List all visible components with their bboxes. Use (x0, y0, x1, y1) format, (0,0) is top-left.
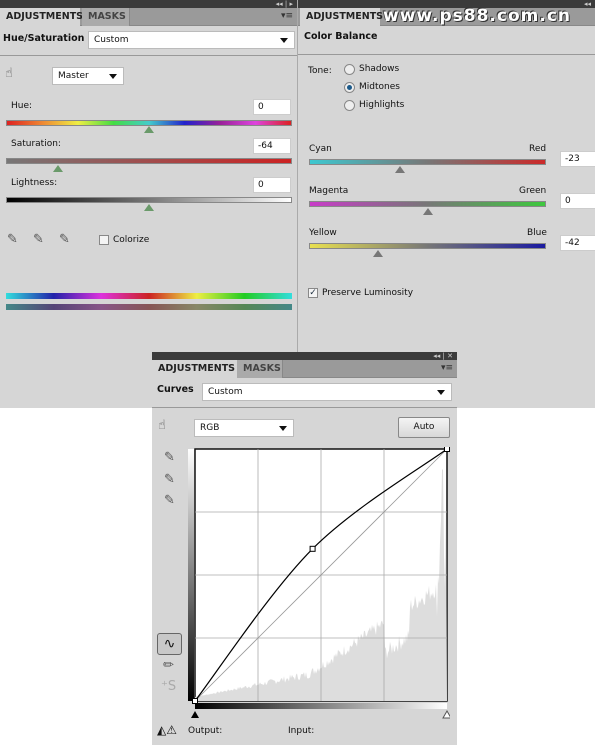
output-color-ramp (6, 304, 292, 310)
panel-titlebar: ◂◂ | ✕ (152, 352, 457, 360)
targeted-adjustment-icon[interactable]: ☝ (158, 418, 166, 433)
tone-label: Tone: (308, 66, 332, 76)
channel-select[interactable]: RGB (194, 419, 294, 437)
cyan-red-input[interactable]: -23 (560, 151, 595, 167)
tab-adjustments[interactable]: ADJUSTMENTS (152, 360, 237, 378)
yellow-blue-slider-thumb[interactable] (373, 250, 383, 257)
midtones-label: Midtones (359, 82, 400, 92)
lightness-slider-thumb[interactable] (144, 204, 154, 211)
curve-control-point[interactable] (309, 545, 316, 552)
panel-menu-icon[interactable]: ▾≡ (441, 363, 453, 373)
yellow-label: Yellow (309, 228, 337, 238)
channel-select[interactable]: Master (52, 67, 124, 85)
lightness-slider-track[interactable] (6, 197, 292, 203)
input-gradient (195, 703, 447, 709)
hue-slider-thumb[interactable] (144, 126, 154, 133)
colorize-checkbox[interactable] (99, 235, 109, 245)
saturation-slider-thumb[interactable] (53, 165, 63, 172)
white-point-eyedropper-icon[interactable]: ✎ (164, 493, 175, 508)
highlights-radio[interactable] (344, 100, 355, 111)
magenta-green-input[interactable]: 0 (560, 193, 595, 209)
preserve-luminosity-checkbox[interactable]: ✓ (308, 288, 318, 298)
cyan-label: Cyan (309, 144, 332, 154)
gray-point-eyedropper-icon[interactable]: ✎ (164, 472, 175, 487)
blue-label: Blue (527, 228, 547, 238)
smooth-curve-icon[interactable]: ⁺S (161, 679, 176, 694)
curves-panel: ◂◂ | ✕ ADJUSTMENTS MASKS ▾≡ Curves Custo… (152, 352, 457, 745)
targeted-adjustment-icon[interactable]: ☝ (5, 66, 13, 81)
color-balance-panel: ◂◂ ADJUSTMENTS www.ps88.com.cn Color Bal… (297, 0, 595, 408)
channel-value: Master (58, 71, 89, 81)
chevron-down-icon (109, 74, 117, 79)
preserve-luminosity-label: Preserve Luminosity (322, 288, 414, 298)
input-color-ramp (6, 293, 292, 299)
magenta-label: Magenta (309, 186, 349, 196)
black-point-eyedropper-icon[interactable]: ✎ (164, 450, 175, 465)
adjustment-title: Hue/Saturation (3, 33, 85, 44)
panel-menu-icon[interactable]: ▾≡ (281, 11, 293, 21)
cyan-red-slider-thumb[interactable] (395, 166, 405, 173)
cyan-red-slider-track[interactable] (309, 159, 546, 165)
adjustment-title: Color Balance (304, 31, 378, 42)
divider (298, 54, 595, 55)
output-gradient (188, 449, 194, 701)
input-label: Input: (288, 726, 315, 736)
green-label: Green (519, 186, 547, 196)
red-label: Red (529, 144, 547, 154)
tab-bar: ADJUSTMENTS www.ps88.com.cn (298, 6, 595, 26)
highlights-label: Highlights (359, 100, 405, 110)
preset-select[interactable]: Custom (88, 31, 295, 49)
clipping-warning-icon[interactable]: ◭⚠ (157, 723, 177, 741)
auto-button[interactable]: Auto (398, 417, 450, 438)
saturation-input[interactable]: -64 (253, 138, 291, 154)
tab-bar: ADJUSTMENTS MASKS ▾≡ (0, 8, 297, 26)
preset-select[interactable]: Custom (202, 383, 452, 401)
yellow-blue-input[interactable]: -42 (560, 235, 595, 251)
black-point-slider[interactable] (191, 711, 199, 718)
midtones-radio[interactable] (344, 82, 355, 93)
output-label: Output: (188, 726, 223, 736)
watermark: www.ps88.com.cn (383, 6, 571, 26)
saturation-slider-track[interactable] (6, 158, 292, 164)
eyedropper-icon[interactable]: ✎ (7, 232, 18, 247)
curves-graph[interactable] (188, 447, 450, 719)
divider (152, 407, 457, 408)
lightness-input[interactable]: 0 (253, 177, 291, 193)
magenta-green-slider-thumb[interactable] (423, 208, 433, 215)
divider (0, 55, 297, 56)
colorize-label: Colorize (113, 235, 150, 245)
adjustment-title: Curves (157, 384, 194, 395)
shadows-label: Shadows (359, 64, 400, 74)
saturation-label: Saturation: (11, 139, 61, 149)
pencil-icon[interactable]: ✏ (163, 658, 174, 673)
yellow-blue-slider-track[interactable] (309, 243, 546, 249)
panel-titlebar: ◂◂ | ▸ (0, 0, 297, 8)
channel-value: RGB (200, 423, 220, 433)
chevron-down-icon (437, 390, 445, 395)
magenta-green-slider-track[interactable] (309, 201, 546, 207)
curve-point-tool-icon[interactable]: ∿ (157, 633, 182, 655)
shadows-radio[interactable] (344, 64, 355, 75)
hue-label: Hue: (11, 101, 33, 111)
chevron-down-icon (280, 38, 288, 43)
curve-control-point[interactable] (444, 447, 450, 452)
curve-control-point[interactable] (192, 698, 198, 704)
hue-input[interactable]: 0 (253, 99, 291, 115)
chevron-down-icon (279, 426, 287, 431)
eyedropper-minus-icon[interactable]: ✎ (59, 232, 70, 247)
tab-adjustments[interactable]: ADJUSTMENTS (0, 8, 83, 26)
tab-adjustments[interactable]: ADJUSTMENTS (300, 8, 383, 26)
preset-value: Custom (94, 35, 129, 45)
tab-masks[interactable]: MASKS (82, 8, 130, 26)
lightness-label: Lightness: (11, 178, 58, 188)
tab-bar: ADJUSTMENTS MASKS ▾≡ (152, 360, 457, 378)
tab-masks[interactable]: MASKS (237, 360, 283, 378)
preset-value: Custom (208, 387, 243, 397)
hue-saturation-panel: ◂◂ | ▸ ADJUSTMENTS MASKS ▾≡ Hue/Saturati… (0, 0, 297, 408)
eyedropper-plus-icon[interactable]: ✎ (33, 232, 44, 247)
white-point-slider[interactable] (442, 709, 450, 719)
